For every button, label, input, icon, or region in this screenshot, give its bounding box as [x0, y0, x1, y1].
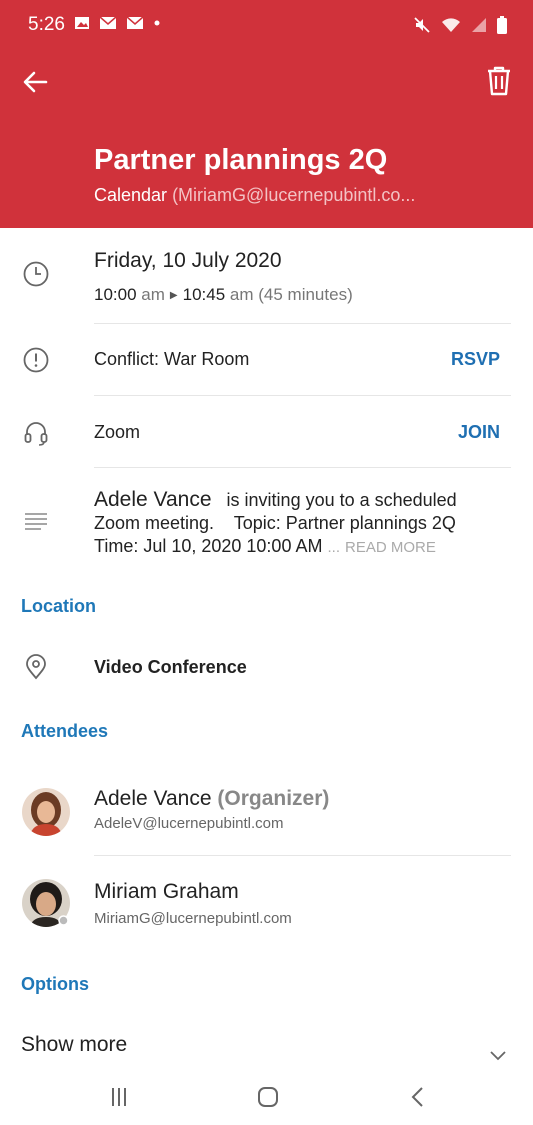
- end-time: 10:45: [182, 285, 226, 304]
- description-line-1: Adele Vance is inviting you to a schedul…: [94, 488, 514, 512]
- trash-icon: [488, 66, 510, 96]
- avatar[interactable]: [22, 788, 70, 836]
- read-more-link[interactable]: READ MORE: [345, 539, 436, 556]
- event-description: Adele Vance is inviting you to a schedul…: [94, 488, 514, 559]
- status-right-icons: [413, 16, 507, 34]
- event-title: Partner plannings 2Q: [94, 144, 388, 176]
- description-text-3: Time: Jul 10, 2020 10:00 AM: [94, 536, 323, 556]
- join-button[interactable]: JOIN: [458, 422, 500, 443]
- online-meeting-label: Zoom: [94, 422, 141, 442]
- attendee-name: Miriam Graham: [94, 880, 239, 903]
- start-time: 10:00: [94, 285, 137, 304]
- notes-icon: [25, 513, 47, 530]
- divider: [94, 395, 511, 396]
- divider: [94, 323, 511, 324]
- divider: [94, 467, 511, 468]
- ellipsis: ...: [327, 539, 340, 556]
- mute-icon: [414, 17, 430, 33]
- wifi-icon: [442, 18, 460, 32]
- back-icon[interactable]: [403, 1082, 433, 1112]
- system-nav-bar: [0, 1072, 533, 1125]
- signal-icon: [472, 18, 486, 32]
- back-button[interactable]: [20, 66, 52, 98]
- chevron-down-icon[interactable]: [489, 1048, 507, 1062]
- attendee-photo: [22, 788, 70, 836]
- inviter-name: Adele Vance: [94, 488, 212, 511]
- arrow-right-icon: ▶: [169, 290, 178, 301]
- attendee-name: Adele Vance (Organizer): [94, 787, 329, 811]
- calendar-label: Calendar: [94, 185, 168, 205]
- clock-icon: [23, 261, 49, 287]
- end-suffix: am: [229, 285, 254, 304]
- organizer-badge: (Organizer): [217, 787, 330, 810]
- conflict-label: Conflict: War Room: [94, 349, 250, 369]
- divider: [94, 855, 511, 856]
- headset-icon: [24, 422, 48, 446]
- notification-icons: [74, 16, 161, 30]
- duration: (45 minutes): [258, 285, 353, 304]
- location-value: Video Conference: [94, 657, 247, 677]
- recent-apps-icon[interactable]: [104, 1082, 134, 1112]
- event-calendar: Calendar (MiriamG@lucernepubintl.co...: [94, 185, 415, 206]
- image-icon: [75, 17, 89, 29]
- event-date: Friday, 10 July 2020: [94, 249, 282, 272]
- show-more-button[interactable]: Show more: [21, 1033, 127, 1057]
- rsvp-button[interactable]: RSVP: [451, 349, 500, 370]
- mail-icon: [126, 16, 144, 29]
- dot-icon: [154, 20, 160, 26]
- options-heading: Options: [21, 974, 89, 994]
- event-header: 5:26 Partner plannings 2Q Calendar (Miri…: [0, 0, 533, 228]
- location-heading: Location: [21, 596, 96, 616]
- attendee-name-text: Adele Vance: [94, 787, 212, 810]
- alert-icon: [23, 347, 49, 373]
- description-line-2: Zoom meeting. Topic: Partner plannings 2…: [94, 513, 456, 533]
- arrow-left-icon: [23, 71, 48, 93]
- start-suffix: am: [141, 285, 165, 304]
- attendee-email: AdeleV@lucernepubintl.com: [94, 815, 284, 832]
- home-icon[interactable]: [253, 1082, 283, 1112]
- attendees-heading: Attendees: [21, 721, 109, 741]
- mail-icon: [99, 16, 117, 29]
- presence-icon: [58, 915, 69, 926]
- calendar-account: (MiriamG@lucernepubintl.co...: [172, 185, 416, 205]
- status-time: 5:26: [28, 14, 65, 35]
- delete-button[interactable]: [483, 64, 515, 98]
- description-text-1: is inviting you to a scheduled: [226, 490, 457, 510]
- battery-icon: [497, 16, 507, 34]
- event-time: 10:00 am ▶ 10:45 am (45 minutes): [94, 285, 353, 305]
- status-bar: 5:26: [0, 0, 533, 52]
- attendee-email: MiriamG@lucernepubintl.com: [94, 910, 292, 927]
- description-line-3: Time: Jul 10, 2020 10:00 AM ... READ MOR…: [94, 535, 514, 559]
- location-pin-icon: [26, 654, 46, 680]
